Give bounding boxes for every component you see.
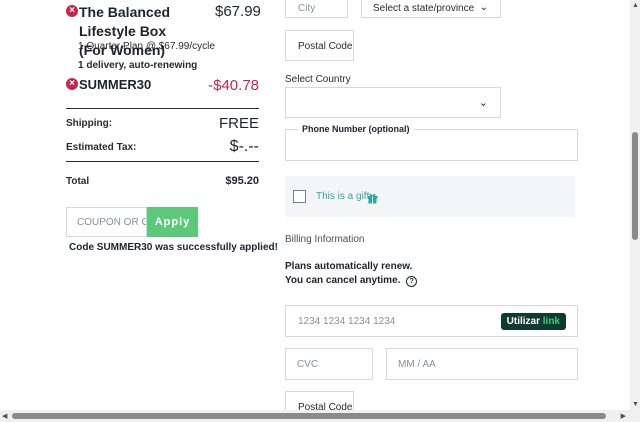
- chevron-down-icon: ⌄: [479, 2, 488, 13]
- card-number-placeholder: 1234 1234 1234 1234: [298, 316, 396, 327]
- country-select[interactable]: ⌄: [285, 87, 501, 118]
- expiry-placeholder: MM / AA: [398, 359, 436, 370]
- gift-icon: [367, 191, 378, 204]
- auto-renew-line2-text: You can cancel anytime.: [285, 275, 401, 286]
- tax-value: $-.--: [229, 138, 259, 155]
- gift-label[interactable]: This is a gift: [316, 191, 369, 202]
- horizontal-scroll-left-icon[interactable]: ◀: [2, 412, 7, 420]
- state-select[interactable]: Select a state/province ⌄: [361, 0, 501, 18]
- vertical-scrollbar[interactable]: ▲ ▼: [630, 0, 640, 410]
- vertical-scroll-up-icon[interactable]: ▲: [632, 2, 639, 9]
- divider-bottom: [66, 161, 259, 162]
- gift-checkbox[interactable]: [293, 190, 306, 203]
- total-label: Total: [66, 176, 90, 187]
- auto-renew-line1: Plans automatically renew.: [285, 261, 413, 272]
- cvc-input[interactable]: CVC: [285, 348, 373, 380]
- apply-button[interactable]: Apply: [147, 207, 198, 237]
- chevron-down-icon: ⌄: [478, 97, 488, 109]
- link-badge[interactable]: Utilizar link: [500, 313, 566, 330]
- item-title-line1: The Balanced Lifestyle Box: [79, 4, 171, 39]
- horizontal-scroll-right-icon[interactable]: ▶: [621, 412, 626, 420]
- state-placeholder: Select a state/province: [373, 3, 475, 14]
- link-badge-prefix: Utilizar: [506, 316, 540, 327]
- apply-button-label: Apply: [154, 216, 191, 228]
- expiry-input[interactable]: MM / AA: [386, 348, 578, 380]
- shipping-label: Shipping:: [66, 118, 113, 129]
- coupon-code: SUMMER30: [79, 77, 152, 92]
- item-delivery: 1 delivery, auto-renewing: [78, 60, 198, 71]
- remove-item-icon[interactable]: ×: [66, 5, 78, 17]
- coupon-input[interactable]: COUPON OR GIFT: [66, 207, 147, 237]
- divider-top: [66, 108, 259, 109]
- vertical-scroll-thumb[interactable]: [632, 132, 638, 240]
- city-input[interactable]: City: [285, 0, 348, 18]
- postal-code-placeholder: Postal Code: [298, 41, 353, 52]
- postal-code-input[interactable]: Postal Code: [285, 30, 354, 61]
- link-badge-word: link: [542, 316, 560, 327]
- cvc-placeholder: CVC: [297, 359, 319, 370]
- coupon-discount: -$40.78: [208, 77, 259, 94]
- city-placeholder: City: [298, 3, 316, 14]
- item-plan: 1 Quarter Plan @ $67.99/cycle: [78, 41, 215, 52]
- auto-renew-line2: You can cancel anytime. ?: [285, 275, 418, 287]
- remove-coupon-icon[interactable]: ×: [66, 78, 78, 90]
- vertical-scroll-down-icon[interactable]: ▼: [632, 401, 639, 408]
- country-label: Select Country: [285, 74, 351, 85]
- horizontal-scroll-thumb[interactable]: [12, 413, 606, 419]
- coupon-input-placeholder: COUPON OR GIFT: [77, 217, 146, 228]
- phone-label: Phone Number (optional): [298, 124, 414, 134]
- coupon-success-message: Code SUMMER30 was successfully applied!: [69, 242, 278, 253]
- shipping-value: FREE: [218, 115, 259, 132]
- billing-section-label: Billing Information: [285, 234, 365, 245]
- gift-box: This is a gift: [285, 176, 575, 217]
- item-price: $67.99: [215, 3, 261, 20]
- horizontal-scrollbar[interactable]: ◀ ▶: [0, 410, 640, 422]
- card-number-input[interactable]: 1234 1234 1234 1234 Utilizar link: [285, 305, 578, 337]
- info-icon[interactable]: ?: [406, 276, 418, 287]
- tax-label: Estimated Tax:: [66, 142, 137, 153]
- total-value: $95.20: [225, 175, 259, 187]
